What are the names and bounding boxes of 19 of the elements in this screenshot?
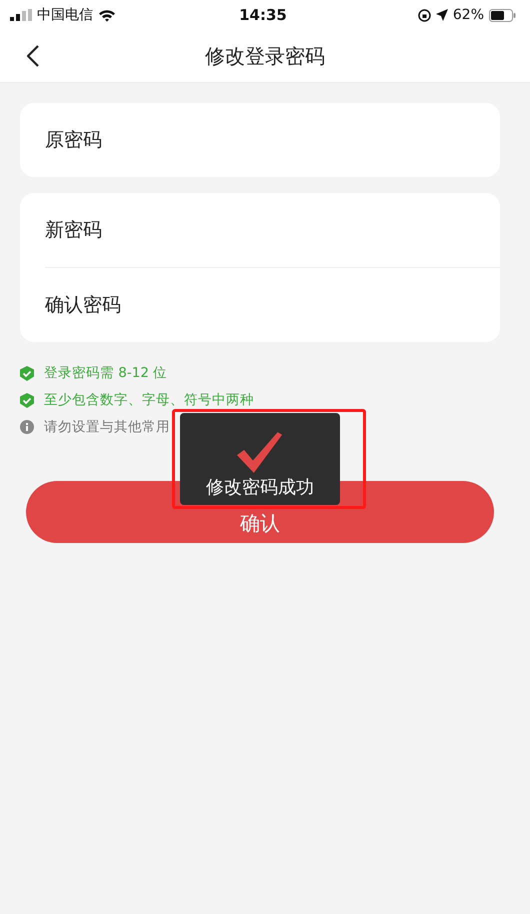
field-label: 原密码 <box>45 128 102 153</box>
shield-check-icon <box>20 366 34 380</box>
location-icon <box>436 9 448 21</box>
carrier-name: 中国电信 <box>37 6 93 24</box>
back-icon <box>27 45 39 67</box>
status-time: 14:35 <box>239 6 287 24</box>
shield-check-icon <box>20 392 34 408</box>
signal-icon <box>10 9 32 21</box>
page-title: 修改登录密码 <box>204 42 326 70</box>
check-icon <box>237 432 283 473</box>
hint-text: 登录密码需 8-12 位 <box>44 364 168 382</box>
battery-percent: 62% <box>452 7 484 23</box>
hint-text: 请勿设置与其他常用 <box>44 418 170 436</box>
field-label: 新密码 <box>45 218 102 243</box>
field-label: 确认密码 <box>45 293 121 318</box>
info-icon <box>20 420 34 434</box>
battery-icon <box>489 8 516 22</box>
hint-text: 至少包含数字、字母、符号中两种 <box>44 391 254 409</box>
wifi-icon <box>98 8 116 22</box>
